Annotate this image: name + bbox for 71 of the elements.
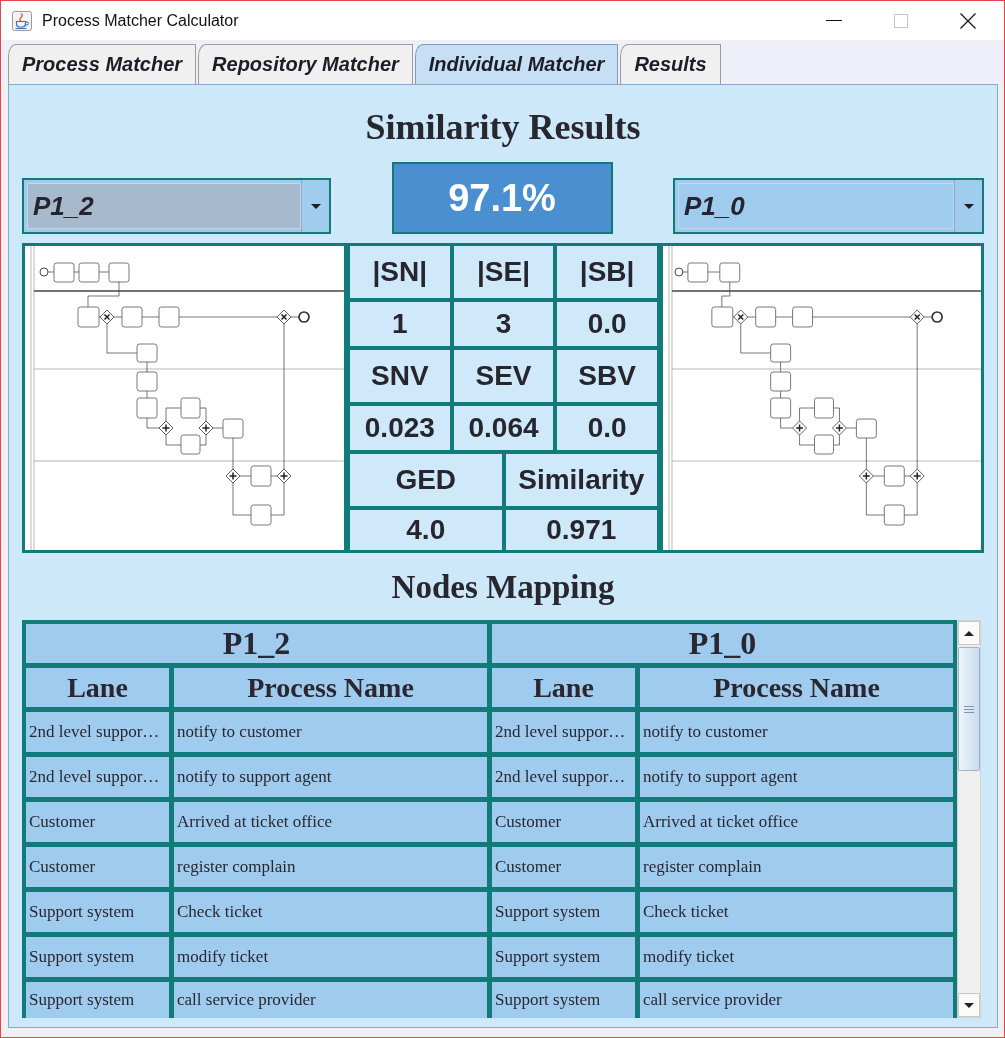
table-cell: Support system (26, 892, 169, 932)
column-header: Process Name (174, 668, 487, 707)
metric-label: SNV (350, 350, 450, 402)
table-cell: notify to support agent (174, 757, 487, 797)
column-header: Process Name (640, 668, 953, 707)
table-cell: Support system (492, 892, 635, 932)
metric-value: 0.0 (557, 406, 657, 450)
metric-value: 4.0 (350, 510, 502, 550)
table-cell: Support system (492, 937, 635, 977)
table-cell: 2nd level suppor… (492, 712, 635, 752)
table-cell: 2nd level suppor… (26, 712, 169, 752)
table-cell: Check ticket (640, 892, 953, 932)
column-header: Lane (26, 668, 169, 707)
close-icon[interactable] (959, 12, 976, 29)
table-cell: notify to support agent (640, 757, 953, 797)
table-cell: Support system (26, 937, 169, 977)
metric-label: SBV (557, 350, 657, 402)
scroll-up-button[interactable] (958, 621, 980, 645)
section-title: Nodes Mapping (391, 568, 615, 607)
scrollbar-thumb[interactable] (958, 647, 980, 771)
table-cell: Arrived at ticket office (640, 802, 953, 842)
scrollbar-track[interactable] (957, 620, 981, 1018)
window-title: Process Matcher Calculator (42, 11, 239, 30)
similarity-score: 97.1% (391, 162, 613, 234)
table-cell: register complain (174, 847, 487, 887)
table-cell: Arrived at ticket office (174, 802, 487, 842)
metric-value: 1 (350, 302, 450, 346)
table-cell: Customer (26, 802, 169, 842)
table-cell: Customer (492, 847, 635, 887)
metric-label: GED (350, 454, 502, 506)
caret-down-icon (963, 203, 974, 209)
tab[interactable]: Individual Matcher (414, 44, 619, 84)
table-cell: 2nd level suppor… (26, 757, 169, 797)
process-dropdown[interactable]: P1_0 (673, 178, 984, 234)
down-arrow-icon (964, 1002, 974, 1008)
metric-label: |SB| (557, 246, 657, 298)
table-cell: 2nd level suppor… (492, 757, 635, 797)
metric-label: |SE| (453, 246, 554, 298)
cup-icon (12, 10, 32, 31)
metric-value: 0.064 (453, 406, 554, 450)
metric-label: |SN| (350, 246, 450, 298)
table-cell: Support system (26, 982, 169, 1018)
tab[interactable]: Process Matcher (8, 44, 197, 84)
table-cell: Check ticket (174, 892, 487, 932)
table-cell: modify ticket (174, 937, 487, 977)
table-cell: modify ticket (640, 937, 953, 977)
metric-label: Similarity (505, 454, 657, 506)
column-header: Lane (492, 668, 635, 707)
section-title: Similarity Results (365, 106, 641, 149)
caret-down-icon (310, 203, 321, 209)
metric-value: 0.023 (350, 406, 450, 450)
table-cell: notify to customer (640, 712, 953, 752)
table-cell: Customer (492, 802, 635, 842)
tab[interactable]: Results (620, 44, 721, 84)
metric-value: 3 (453, 302, 554, 346)
table-cell: call service provider (640, 982, 953, 1018)
tab[interactable]: Repository Matcher (198, 44, 413, 84)
minimize-icon[interactable] (825, 20, 842, 21)
metric-label: SEV (453, 350, 554, 402)
table-cell: register complain (640, 847, 953, 887)
column-group-header: P1_0 (492, 624, 953, 663)
column-group-header: P1_2 (26, 624, 487, 663)
metric-value: 0.971 (505, 510, 657, 550)
table-cell: Customer (26, 847, 169, 887)
table-cell: notify to customer (174, 712, 487, 752)
table-cell: Support system (492, 982, 635, 1018)
metric-value: 0.0 (557, 302, 657, 346)
up-arrow-icon (964, 630, 974, 636)
table-cell: call service provider (174, 982, 487, 1018)
scroll-down-button[interactable] (958, 993, 980, 1017)
process-dropdown[interactable]: P1_2 (22, 178, 331, 234)
